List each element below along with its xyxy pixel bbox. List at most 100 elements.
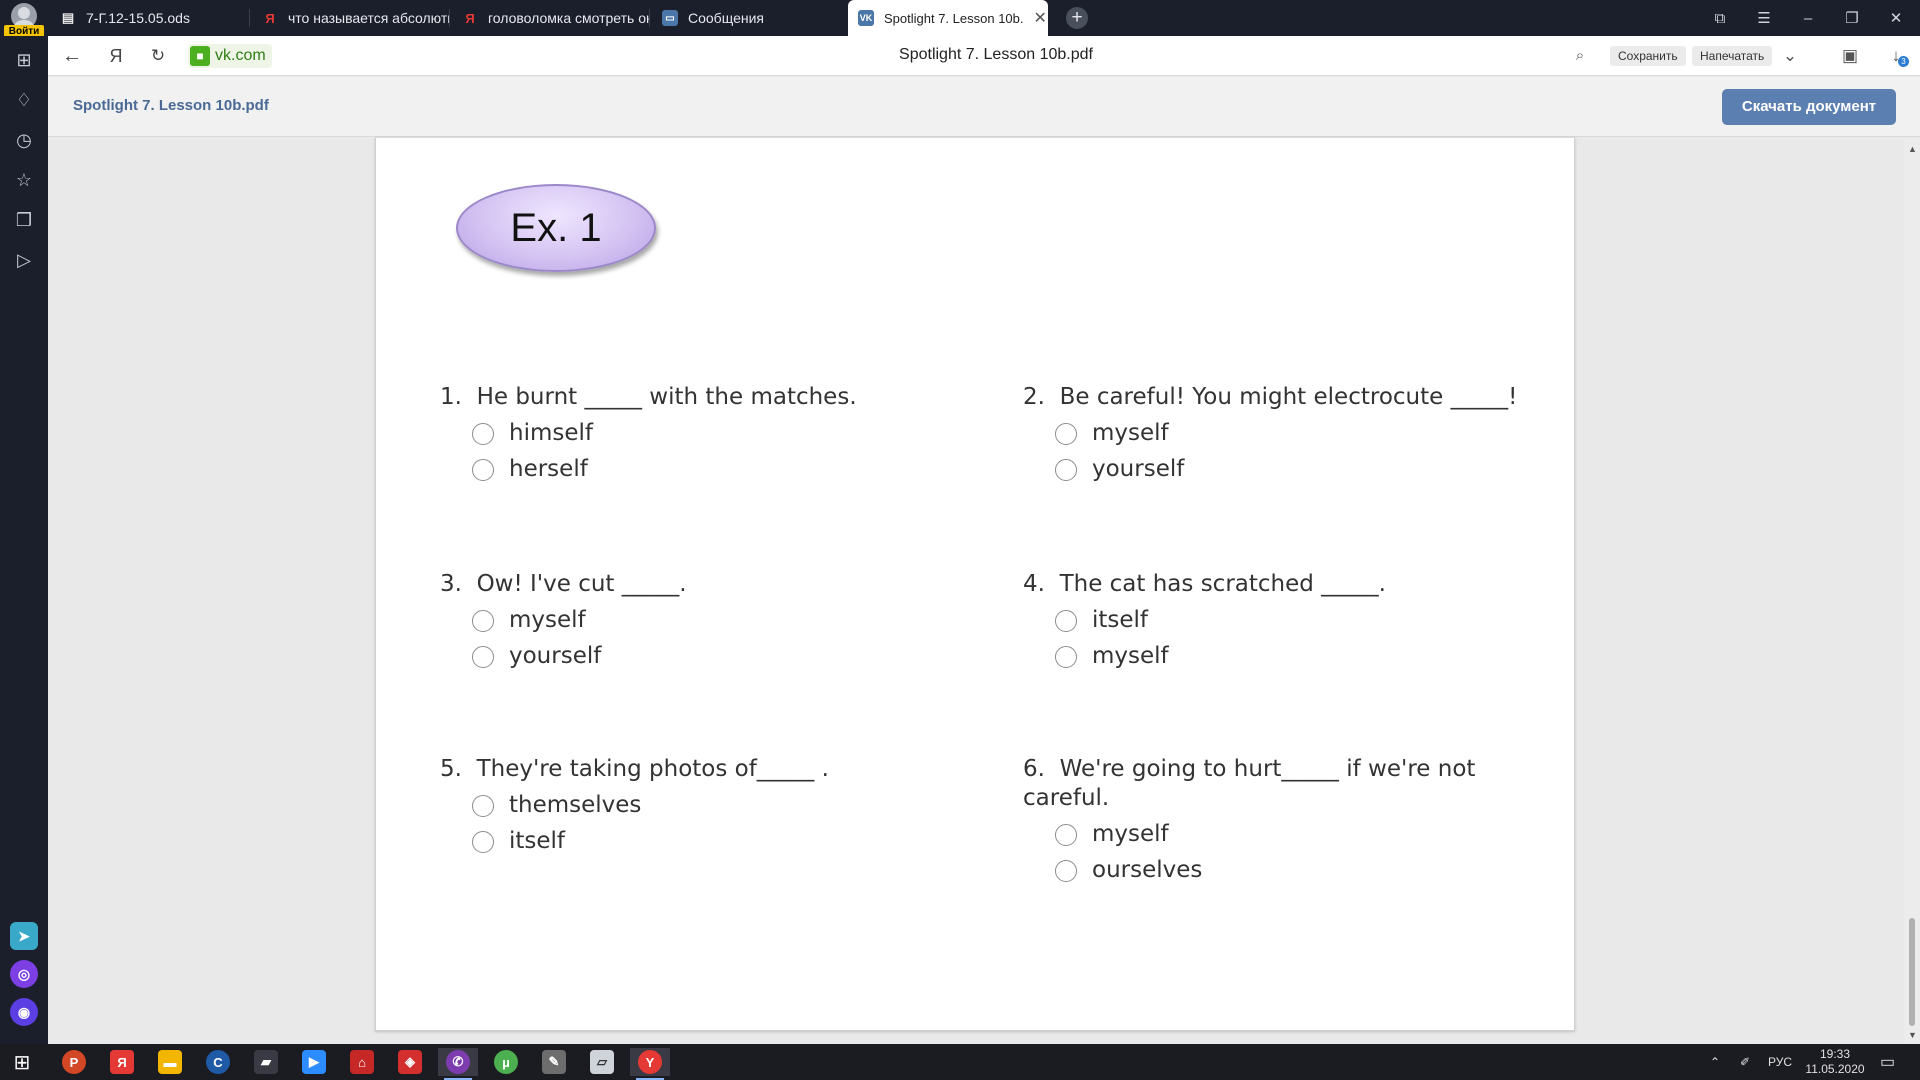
radio-button[interactable] — [472, 609, 494, 632]
restore-icon[interactable]: ❐ — [1830, 0, 1874, 36]
clock-time: 19:33 — [1819, 1047, 1851, 1061]
radio-button[interactable] — [472, 794, 494, 817]
radio-button[interactable] — [1055, 458, 1077, 481]
radio-button[interactable] — [1055, 609, 1077, 632]
alice-voice-icon[interactable]: ◉ — [10, 998, 38, 1026]
question-1: 1. He burnt _____ with the matches. hims… — [440, 383, 940, 484]
radio-button[interactable] — [472, 645, 494, 668]
option-label: himself — [509, 420, 593, 446]
option-5-a[interactable]: themselves — [472, 791, 940, 820]
radio-button[interactable] — [1055, 859, 1077, 882]
chevron-down-icon[interactable]: ⌄ — [1778, 44, 1802, 68]
services-grid-icon[interactable]: ⊞ — [12, 48, 36, 72]
collections-icon[interactable]: ❒ — [12, 208, 36, 232]
bookmarks-star-icon[interactable]: ☆ — [12, 168, 36, 192]
option-6-b[interactable]: ourselves — [1055, 856, 1513, 885]
question-2: 2. Be careful! You might electrocute ___… — [1023, 383, 1523, 484]
question-text: They're taking photos of_____ . — [476, 756, 829, 782]
option-5-b[interactable]: itself — [472, 827, 940, 856]
viber-icon[interactable]: ✆ — [438, 1048, 478, 1080]
app-white-icon[interactable]: ▱ — [582, 1048, 622, 1076]
option-6-a[interactable]: myself — [1055, 820, 1513, 849]
option-4-a[interactable]: itself — [1055, 606, 1523, 635]
option-1-a[interactable]: himself — [472, 419, 940, 448]
document-scrollbar[interactable]: ▲ ▼ — [1904, 138, 1920, 1044]
option-3-a[interactable]: myself — [472, 606, 940, 635]
yandex-browser-icon[interactable]: Я — [102, 1048, 142, 1076]
file-explorer-icon[interactable]: ▬ — [150, 1048, 190, 1076]
app-red-2-icon[interactable]: ◈ — [390, 1048, 430, 1076]
history-clock-icon[interactable]: ◷ — [12, 128, 36, 152]
radio-button[interactable] — [472, 422, 494, 445]
system-clock[interactable]: 19:33 11.05.2020 — [1800, 1047, 1870, 1077]
option-label: myself — [1092, 821, 1169, 847]
browser-sidebar: ⊞ ♢ ◷ ☆ ❒ ▷ ➤ ◎ ◉ — [0, 36, 48, 1044]
video-play-icon[interactable]: ▷ — [12, 248, 36, 272]
radio-button[interactable] — [1055, 823, 1077, 846]
downloads-icon[interactable]: ↓ 3 — [1884, 44, 1909, 68]
ccleaner-icon[interactable]: C — [198, 1048, 238, 1076]
radio-button[interactable] — [1055, 422, 1077, 445]
scroll-thumb[interactable] — [1909, 918, 1915, 1026]
option-label: yourself — [1092, 456, 1185, 482]
option-label: herself — [509, 456, 588, 482]
windows-taskbar: ⊞ P Я ▬ C ▰ ▶ ⌂ ◈ ✆ µ ✎ ▱ Y ⌃ ✐ РУС 19:3… — [0, 1044, 1920, 1080]
tray-chevron-up-icon[interactable]: ⌃ — [1710, 1044, 1720, 1080]
option-label: yourself — [509, 643, 602, 669]
tools-icon[interactable]: ✎ — [534, 1048, 574, 1076]
question-number: 3. — [440, 571, 462, 597]
collections-icon[interactable]: ▣ — [1838, 44, 1862, 68]
menu-icon[interactable]: ☰ — [1742, 0, 1786, 36]
tray-pen-icon[interactable]: ✐ — [1740, 1044, 1750, 1080]
windows-start-icon[interactable]: ⊞ — [2, 1048, 42, 1076]
option-3-b[interactable]: yourself — [472, 642, 940, 671]
download-document-button[interactable]: Скачать документ — [1722, 89, 1896, 125]
question-text: The cat has scratched _____. — [1059, 571, 1386, 597]
files-icon[interactable]: ▰ — [246, 1048, 286, 1076]
scroll-down-icon[interactable]: ▼ — [1908, 1030, 1917, 1040]
question-text: We're going to hurt_____ if we're not ca… — [1023, 756, 1476, 811]
notifications-icon[interactable]: ▭ — [1880, 1044, 1895, 1080]
yandex-icon: Я — [265, 10, 275, 26]
alice-app-icon[interactable]: ◎ — [10, 960, 38, 988]
notifications-bell-icon[interactable]: ♢ — [12, 88, 36, 112]
tab-messages[interactable]: ▭ Сообщения — [652, 0, 848, 36]
yandex-active-icon[interactable]: Y — [630, 1048, 670, 1080]
option-2-b[interactable]: yourself — [1055, 455, 1523, 484]
utorrent-icon[interactable]: µ — [486, 1048, 526, 1076]
login-button[interactable]: Войти — [0, 0, 48, 38]
question-text: Ow! I've cut _____. — [476, 571, 687, 597]
tab-spotlight[interactable]: VK Spotlight 7. Lesson 10b. ✕ — [848, 0, 1048, 36]
tab-search-1[interactable]: Я что называется абсолютн — [252, 0, 450, 36]
close-window-icon[interactable]: ✕ — [1874, 0, 1918, 36]
question-number: 4. — [1023, 571, 1045, 597]
radio-button[interactable] — [472, 830, 494, 853]
tab-search-2[interactable]: Я головоломка смотреть он — [452, 0, 650, 36]
option-2-a[interactable]: myself — [1055, 419, 1523, 448]
language-indicator[interactable]: РУС — [1768, 1044, 1792, 1080]
option-1-b[interactable]: herself — [472, 455, 940, 484]
close-tab-icon[interactable]: ✕ — [1034, 8, 1047, 28]
question-6: 6. We're going to hurt_____ if we're not… — [1023, 755, 1513, 885]
vk-icon: VK — [858, 10, 874, 26]
scroll-up-icon[interactable]: ▲ — [1908, 144, 1917, 154]
option-4-b[interactable]: myself — [1055, 642, 1523, 671]
minimize-icon[interactable]: – — [1786, 0, 1830, 36]
question-number: 1. — [440, 384, 462, 410]
save-button[interactable]: Сохранить — [1610, 46, 1686, 66]
zoom-app-icon[interactable]: ▶ — [294, 1048, 334, 1076]
app-red-icon[interactable]: ⌂ — [342, 1048, 382, 1076]
clock-date: 11.05.2020 — [1805, 1062, 1865, 1076]
tab-title: Сообщения — [688, 10, 764, 26]
print-button[interactable]: Напечатать — [1692, 46, 1773, 66]
question-5: 5. They're taking photos of_____ . thems… — [440, 755, 940, 856]
bookmarks-panel-icon[interactable]: ⧉ — [1698, 0, 1742, 36]
radio-button[interactable] — [1055, 645, 1077, 668]
radio-button[interactable] — [472, 458, 494, 481]
tab-spreadsheet[interactable]: ▤ 7-Г.12-15.05.ods — [50, 0, 250, 36]
messenger-app-icon[interactable]: ➤ — [10, 922, 38, 950]
zoom-icon[interactable]: ⌕ — [1568, 44, 1592, 68]
powerpoint-icon[interactable]: P — [54, 1048, 94, 1076]
tab-title: Spotlight 7. Lesson 10b. — [884, 10, 1024, 26]
new-tab-button[interactable]: + — [1066, 7, 1088, 29]
